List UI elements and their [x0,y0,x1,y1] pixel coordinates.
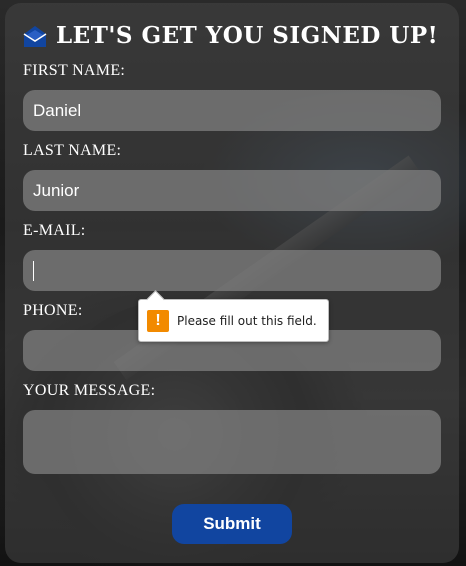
form-title: LET'S GET YOU SIGNED UP! [56,22,439,49]
open-envelope-icon [22,23,48,49]
first-name-field[interactable]: Daniel [23,90,441,131]
validation-tooltip: ! Please fill out this field. [138,299,329,342]
email-label: E-MAIL: [23,222,86,239]
warning-icon: ! [147,309,169,332]
text-caret [33,260,34,281]
submit-button[interactable]: Submit [172,504,292,544]
email-field[interactable] [23,250,441,291]
page: LET'S GET YOU SIGNED UP! FIRST NAME: Dan… [0,0,466,566]
last-name-field[interactable]: Junior [23,170,441,211]
first-name-label: FIRST NAME: [23,62,126,79]
message-textarea[interactable] [23,410,441,474]
last-name-label: LAST NAME: [23,142,122,159]
validation-message: Please fill out this field. [177,313,317,328]
phone-label: PHONE: [23,302,83,319]
message-label: YOUR MESSAGE: [23,382,156,399]
form-header: LET'S GET YOU SIGNED UP! [22,22,438,49]
